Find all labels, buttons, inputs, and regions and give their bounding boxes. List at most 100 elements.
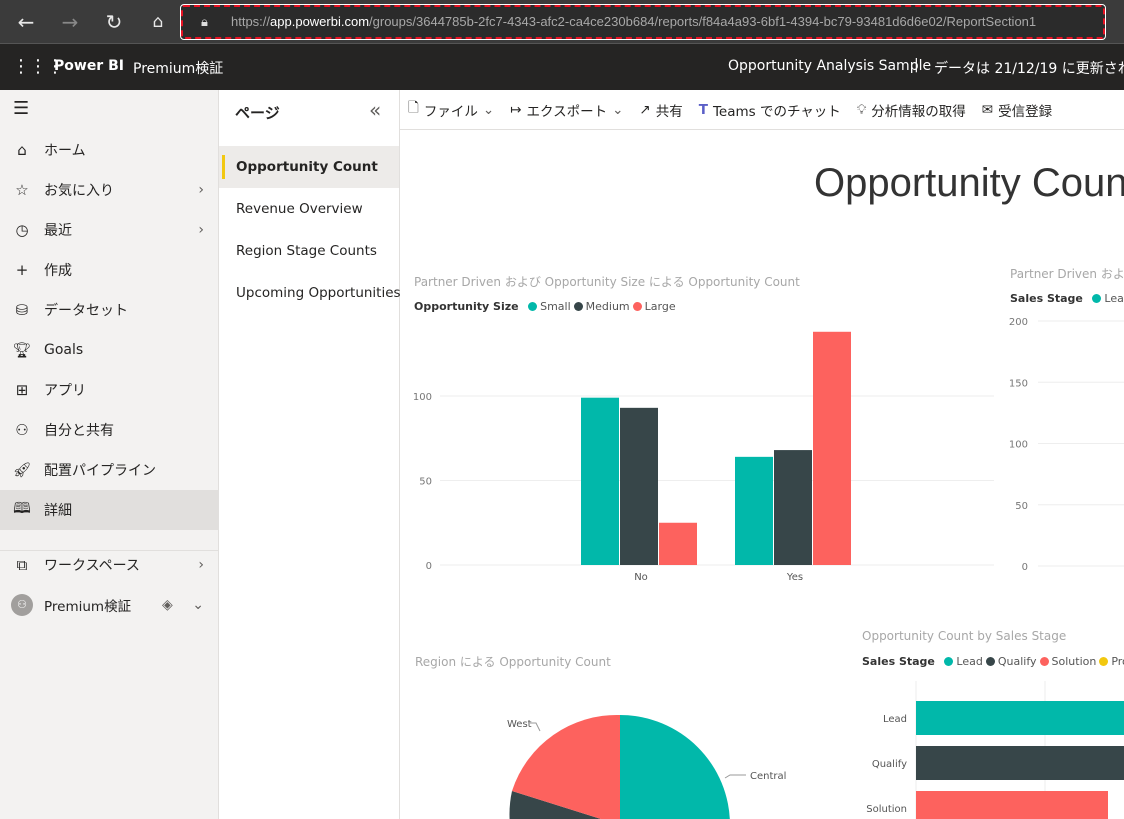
y-tick-label: 200 [1009, 317, 1028, 328]
legend-title: Sales Stage [862, 655, 935, 668]
collapse-icon[interactable]: « [369, 98, 381, 122]
premium-diamond-icon: ◈ [162, 597, 173, 613]
sidebar-item-label: アプリ [44, 383, 86, 399]
page-tab[interactable]: Upcoming Opportunities [219, 272, 401, 314]
subscribe-button[interactable]: ✉ 受信登録 [974, 100, 1060, 120]
x-tick-label: Yes [786, 572, 803, 583]
data-updated: データは 21/12/19 に更新され [934, 61, 1124, 77]
y-tick-label: 50 [1015, 501, 1028, 512]
forward-icon[interactable]: → [56, 8, 84, 36]
legend-dot [944, 657, 954, 666]
chevron-down-icon: ⌄ [192, 597, 204, 613]
sidebar-item-label: 詳細 [44, 503, 72, 519]
share-button[interactable]: ↗ 共有 [631, 100, 690, 120]
sidebar-item-6[interactable]: ⊞ アプリ [0, 370, 218, 410]
y-tick-label: 50 [419, 477, 432, 488]
sidebar-item-5[interactable]: 🏆︎ Goals [0, 330, 218, 370]
home-icon[interactable]: ⌂ [144, 8, 172, 36]
clock-icon: ◷ [15, 221, 29, 239]
category-label: Qualify [872, 759, 907, 770]
y-tick-label: 0 [426, 561, 432, 572]
sidebar-item-8[interactable]: 🚀︎ 配置パイプライン [0, 450, 218, 490]
legend-label: Proposal [1111, 655, 1124, 668]
sidebar-item-label: ワークスペース [44, 558, 140, 574]
page-tab-label: Opportunity Count [236, 159, 378, 175]
sidebar-item-2[interactable]: ◷ 最近 › [0, 210, 218, 250]
legend-dot [985, 657, 995, 666]
sidebar-item-workspaces[interactable]: ⧉ ワークスペース › [0, 545, 218, 585]
sidebar-item-label: データセット [44, 303, 128, 319]
x-tick-label: No [634, 572, 648, 583]
bar-large-yes [813, 331, 851, 565]
file-label: ファイル [423, 103, 478, 120]
sidebar-item-9[interactable]: 🕮 詳細 [0, 490, 218, 530]
report-name: Opportunity Analysis Sample [728, 58, 932, 74]
database-icon: ⛁ [15, 301, 29, 319]
address-bar[interactable]: 🔒︎ https://app.powerbi.com/groups/364478… [180, 4, 1106, 40]
pages-pane: ページ « Opportunity Count Revenue Overview R… [219, 90, 401, 819]
export-menu[interactable]: ↦ エクスポート ⌄ [502, 100, 631, 120]
sidebar-item-label: 最近 [44, 223, 72, 239]
page-tab-label: Revenue Overview [236, 201, 363, 217]
sidebar-item-0[interactable]: ⌂ ホーム [0, 130, 218, 170]
sidebar-item-3[interactable]: + 作成 [0, 250, 218, 290]
teams-chat-button[interactable]: T Teams でのチャット [691, 100, 849, 120]
category-label: Solution [866, 804, 907, 815]
page-tab[interactable]: Revenue Overview [219, 188, 399, 230]
active-indicator [222, 155, 225, 179]
y-tick-label: 100 [1009, 440, 1028, 451]
rocket-icon: 🚀︎ [12, 461, 32, 479]
share-label: 共有 [655, 103, 683, 120]
workspace-name[interactable]: Premium検証 [133, 58, 223, 78]
bar-small-no [581, 397, 619, 565]
sidebar-item-7[interactable]: ⚇ 自分と共有 [0, 410, 218, 450]
page-tab[interactable]: Opportunity Count [219, 146, 399, 188]
sidebar-item-1[interactable]: ☆ お気に入り › [0, 170, 218, 210]
chevron-down-icon: ⌄ [482, 101, 495, 118]
bar-qualify [916, 746, 1124, 780]
report-title: Opportunity Count [814, 161, 1124, 205]
bar-chart-sales-stage[interactable]: Lead Qualify Solution [860, 681, 1124, 819]
page-tab-label: Upcoming Opportunities [236, 285, 401, 301]
insights-label: 分析情報の取得 [871, 103, 966, 120]
report-canvas: Opportunity Count Partner Driven および Opp… [400, 131, 1124, 819]
legend-label: Solution [1051, 655, 1097, 668]
sidebar-item-label: Premium検証 [44, 599, 132, 615]
clustered-column-chart[interactable]: 0 50 100 No Yes [400, 281, 1000, 591]
bar-lead [916, 701, 1124, 735]
back-icon[interactable]: ← [12, 8, 40, 36]
column-chart-partial[interactable]: 0 50 100 150 200 [1000, 281, 1124, 591]
report-toolbar: 🗋︎ ファイル ⌄ ↦ エクスポート ⌄ ↗ 共有 T Teams でのチャット 💡︎ 分析情… [400, 90, 1124, 130]
brand[interactable]: Power BI [54, 58, 124, 74]
page-tab[interactable]: Region Stage Counts [219, 230, 399, 272]
legend-label: Lead [956, 655, 983, 668]
star-icon: ☆ [15, 181, 29, 199]
chevron-down-icon: ⌄ [612, 101, 624, 118]
home-icon: ⌂ [17, 141, 27, 159]
file-menu[interactable]: 🗋︎ ファイル ⌄ [400, 98, 502, 121]
y-tick-label: 0 [1022, 562, 1028, 573]
bar-large-no [659, 522, 697, 565]
sidebar-item-label: ホーム [44, 143, 86, 159]
pie-chart[interactable]: West Central [400, 691, 840, 819]
subscribe-label: 受信登録 [998, 103, 1053, 120]
sidebar-item-label: お気に入り [44, 183, 114, 199]
file-icon: 🗋︎ [408, 100, 419, 116]
apps-icon: ⊞ [15, 381, 29, 399]
bar-medium-no [620, 407, 658, 565]
people-icon: ⚇ [15, 421, 29, 439]
sidebar-item-premium[interactable]: ⚇ Premium検証 ◈ ⌄ [0, 585, 218, 625]
hamburger-icon[interactable]: ☰ [13, 98, 29, 119]
sidebar-item-4[interactable]: ⛁ データセット [0, 290, 218, 330]
app-header: ⋮⋮⋮ Power BI Premium検証 Opportunity Analy… [0, 44, 1124, 90]
legend-dot [1099, 657, 1109, 666]
bar-solution [916, 791, 1108, 819]
insights-button[interactable]: 💡︎ 分析情報の取得 [849, 100, 974, 120]
chevron-right-icon: › [198, 222, 204, 238]
browser-toolbar: ← → ↻ ⌂ 🔒︎ https://app.powerbi.com/group… [0, 0, 1124, 44]
export-label: エクスポート [526, 103, 608, 120]
sidebar: ☰ ⌂ ホーム ☆ お気に入り › ◷ 最近 › + 作成 ⛁ データセット 🏆︎ Goals ⊞ アプリ ⚇ 自… [0, 90, 219, 819]
y-tick-label: 150 [1009, 378, 1028, 389]
url-path: /groups/3644785b-2fc7-4343-afc2-ca4ce230… [369, 14, 1037, 29]
refresh-icon[interactable]: ↻ [100, 8, 128, 36]
